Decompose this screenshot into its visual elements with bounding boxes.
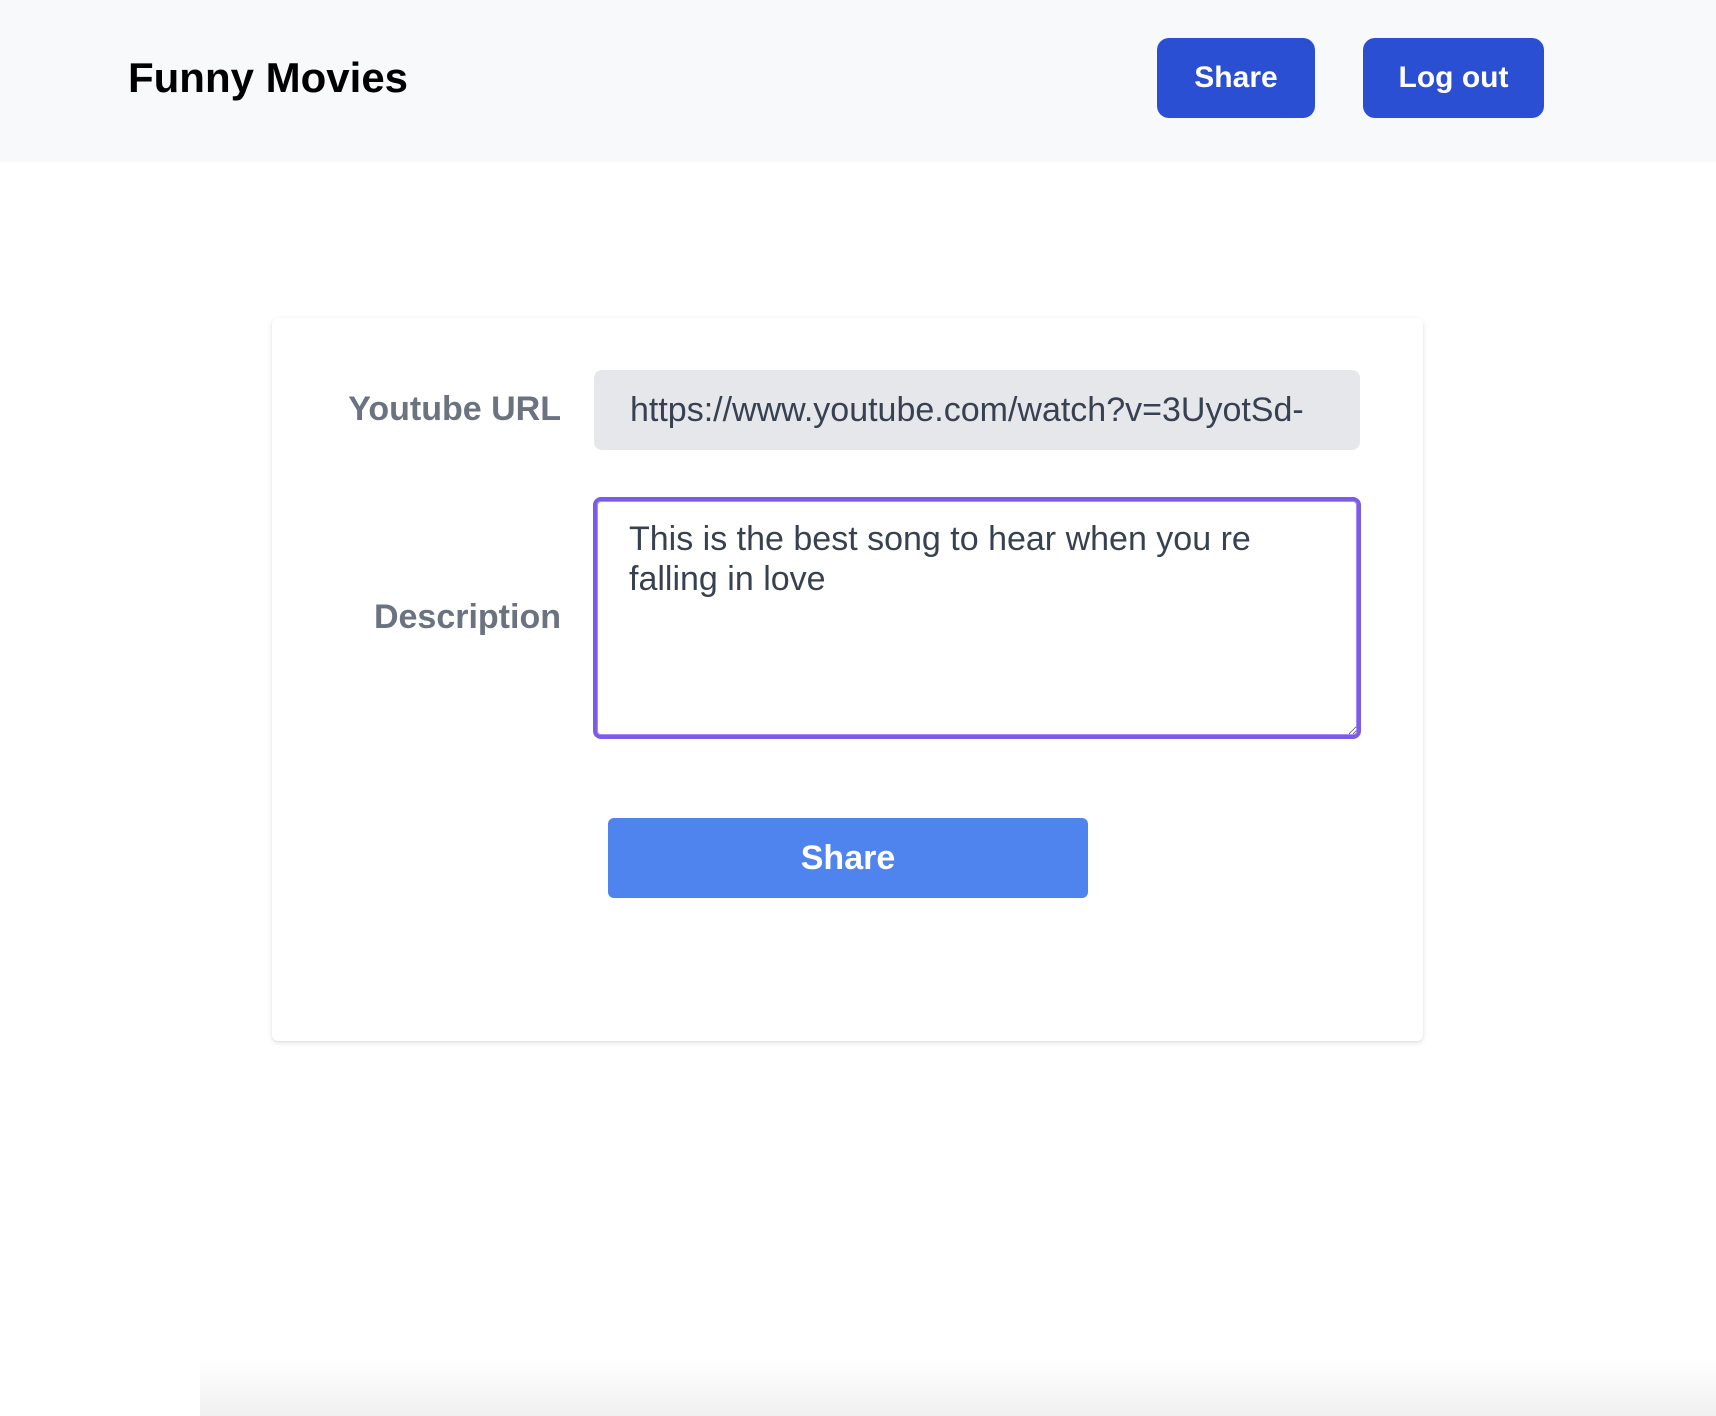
bottom-shadow <box>200 1360 1716 1416</box>
brand-title: Funny Movies <box>128 54 409 101</box>
description-textarea[interactable]: This is the best song to hear when you r… <box>593 497 1361 739</box>
youtube-url-input[interactable] <box>594 370 1360 450</box>
nav-share-button[interactable]: Share <box>1157 38 1315 118</box>
youtube-url-label: Youtube URL <box>348 390 561 428</box>
navbar: Funny Movies Share Log out <box>0 0 1716 162</box>
description-label: Description <box>373 598 561 636</box>
logout-button[interactable]: Log out <box>1363 38 1544 118</box>
share-submit-button[interactable]: Share <box>608 818 1088 898</box>
page: Funny Movies Share Log out Youtube URL D… <box>0 0 1716 1416</box>
